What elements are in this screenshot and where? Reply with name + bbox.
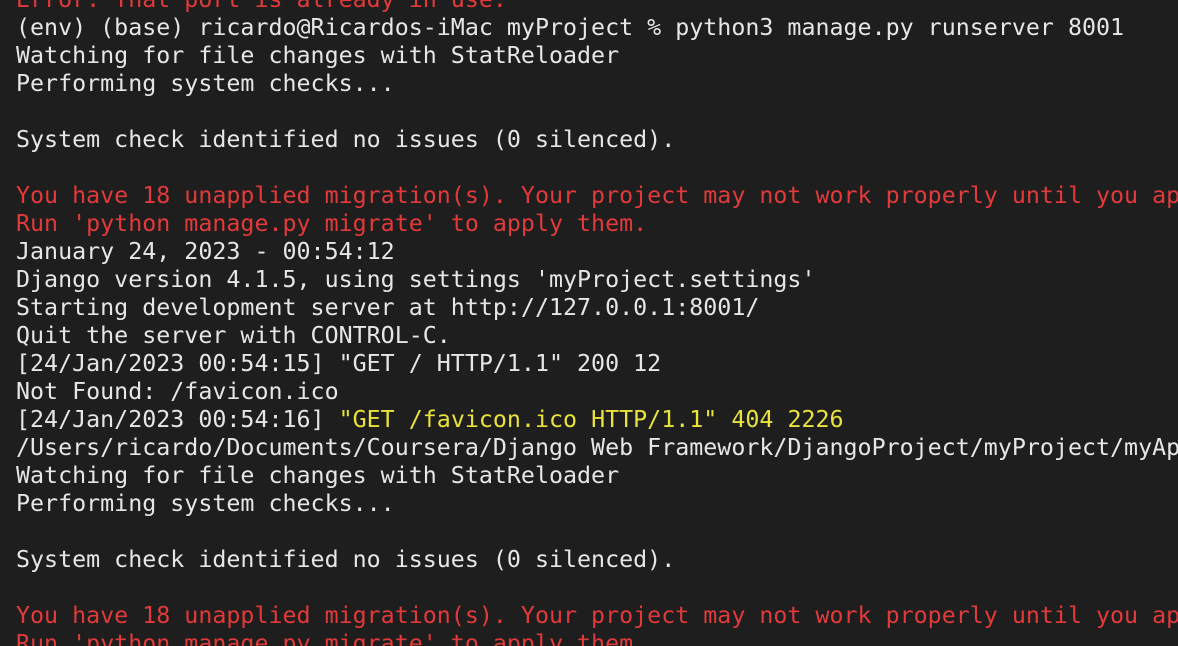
log-request-404: "GET /favicon.ico HTTP/1.1" 404 2226	[338, 406, 844, 433]
output-line: /Users/ricardo/Documents/Coursera/Django…	[16, 434, 1178, 461]
output-line: Quit the server with CONTROL-C.	[16, 322, 451, 349]
error-line: Error: That port is already in use.	[16, 0, 1178, 14]
error-line: Run 'python manage.py migrate' to apply …	[16, 630, 648, 646]
error-line: You have 18 unapplied migration(s). Your…	[16, 602, 1178, 629]
terminal-window[interactable]: Error: That port is already in use.(env)…	[0, 0, 1178, 646]
error-line: Run 'python manage.py migrate' to apply …	[16, 210, 648, 237]
output-line: [24/Jan/2023 00:54:15] "GET / HTTP/1.1" …	[16, 350, 662, 377]
output-line: Watching for file changes with StatReloa…	[16, 462, 620, 489]
output-line: January 24, 2023 - 00:54:12	[16, 238, 395, 265]
output-line: Performing system checks...	[16, 70, 395, 97]
output-line: Django version 4.1.5, using settings 'my…	[16, 266, 816, 293]
output-line: Watching for file changes with StatReloa…	[16, 42, 620, 69]
output-line: System check identified no issues (0 sil…	[16, 546, 676, 573]
log-timestamp: [24/Jan/2023 00:54:16]	[16, 406, 339, 433]
output-line: Not Found: /favicon.ico	[16, 378, 339, 405]
output-line: Performing system checks...	[16, 490, 395, 517]
log-line: [24/Jan/2023 00:54:16] "GET /favicon.ico…	[16, 406, 1178, 434]
output-line: Starting development server at http://12…	[16, 294, 760, 321]
output-line: System check identified no issues (0 sil…	[16, 126, 676, 153]
terminal-output: Error: That port is already in use.(env)…	[16, 0, 1178, 646]
error-line: You have 18 unapplied migration(s). Your…	[16, 182, 1178, 209]
output-line: (env) (base) ricardo@Ricardos-iMac myPro…	[16, 14, 1125, 41]
